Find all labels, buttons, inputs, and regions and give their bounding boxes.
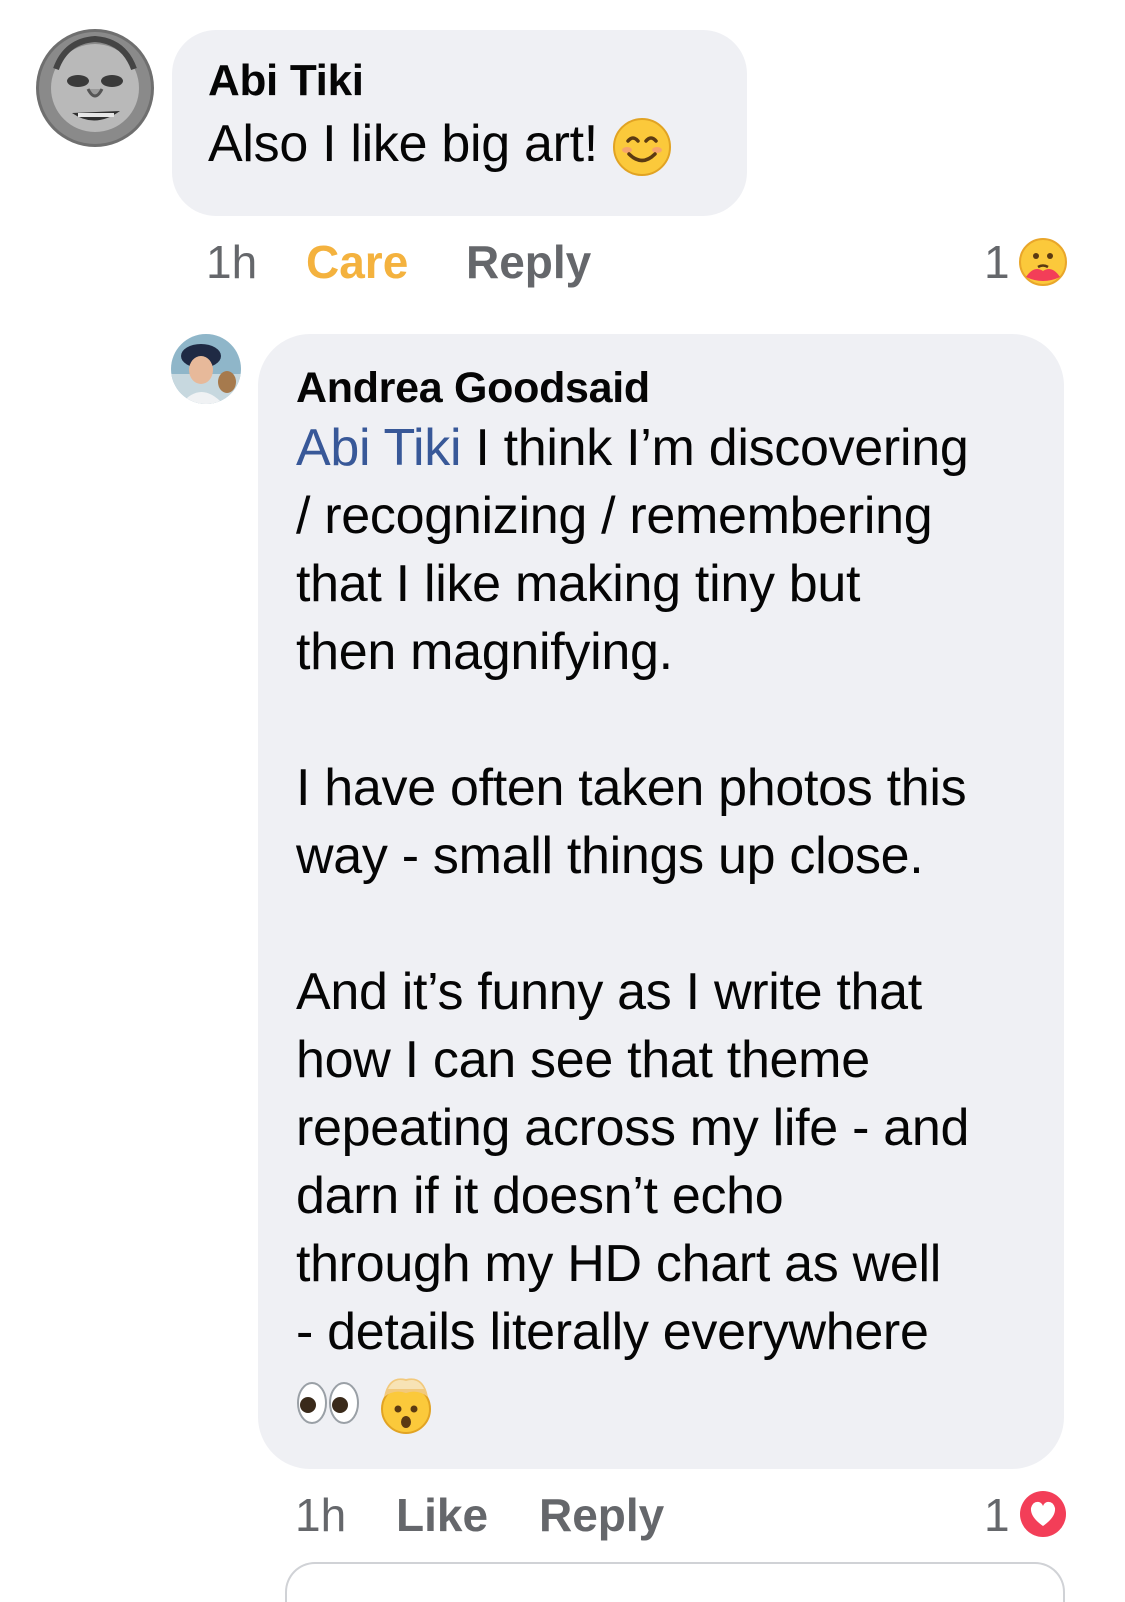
care-reaction-icon[interactable] [1018,237,1068,292]
smiling-face-emoji [612,117,672,177]
comment-line: repeating across my life - and [296,1099,970,1157]
comment-text-content: Also I like big art! [208,115,598,173]
comment-line: that I like making tiny but [296,555,861,613]
comment-line: - details literally everywhere [296,1303,929,1361]
comment-bubble[interactable]: Abi Tiki Also I like big art! [172,30,747,216]
comment-line: I think I’m discovering [461,419,969,477]
comment-line: And it’s funny as I write that [296,963,922,1021]
comment-author[interactable]: Abi Tiki [208,52,711,110]
comment-timestamp[interactable]: 1h [206,234,257,290]
reply-button[interactable]: Reply [539,1487,664,1543]
care-button[interactable]: Care [306,234,408,290]
comment-line: through my HD chart as well [296,1235,942,1293]
next-comment-edge [285,1562,1065,1602]
mention-link[interactable]: Abi Tiki [296,419,462,477]
reply-actions: 1h Like Reply [0,1487,1125,1543]
eyes-emoji [296,1378,360,1428]
comment-line: darn if it doesn’t echo [296,1167,784,1225]
like-button[interactable]: Like [396,1487,488,1543]
comment-text: Abi Tiki I think I’m discovering / recog… [296,414,1028,1435]
reaction-count[interactable]: 1 [984,1487,1010,1543]
comment-line: way - small things up close. [296,827,924,885]
reply-bubble[interactable]: Andrea Goodsaid Abi Tiki I think I’m dis… [258,334,1064,1469]
comment-actions: 1h Care Reply [0,234,1125,290]
comment-text: Also I like big art! [208,110,711,178]
comment-line: I have often taken photos this [296,759,967,817]
comment-line: then magnifying. [296,623,673,681]
comment-line: how I can see that theme [296,1031,870,1089]
comment-timestamp[interactable]: 1h [295,1487,346,1543]
avatar-abi-tiki[interactable] [36,29,154,147]
reaction-count[interactable]: 1 [984,234,1010,290]
emoji-row [296,1366,1028,1435]
reply-button[interactable]: Reply [466,234,591,290]
exploding-head-emoji [374,1371,438,1435]
comment-line: / recognizing / remembering [296,487,933,545]
love-reaction-icon[interactable] [1018,1489,1068,1544]
avatar-andrea-goodsaid[interactable] [171,334,241,404]
comment-author[interactable]: Andrea Goodsaid [296,362,1028,414]
